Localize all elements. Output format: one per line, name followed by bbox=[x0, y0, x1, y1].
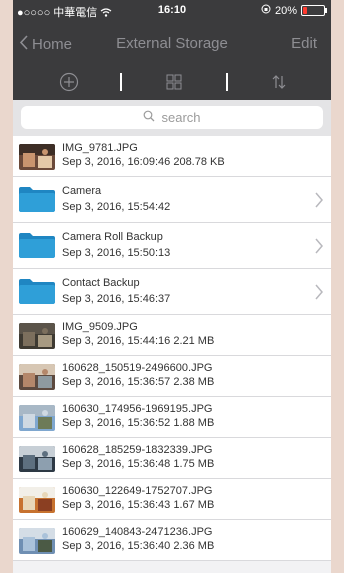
file-row[interactable]: 160630_174956-1969195.JPG Sep 3, 2016, 15… bbox=[13, 397, 331, 438]
file-row[interactable]: 160629_140843-2471236.JPG Sep 3, 2016, 15… bbox=[13, 520, 331, 561]
file-date: Sep 3, 2016, 15:36:52 bbox=[62, 417, 171, 429]
toolbar-divider bbox=[226, 73, 228, 91]
photo-thumbnail bbox=[19, 528, 55, 554]
photo-thumbnail bbox=[19, 323, 55, 349]
photo-thumbnail bbox=[19, 446, 55, 472]
file-name: 160630_174956-1969195.JPG bbox=[62, 403, 213, 415]
file-size: 1.75 MB bbox=[173, 458, 215, 470]
file-row[interactable]: 160628_185259-1832339.JPG Sep 3, 2016, 15… bbox=[13, 438, 331, 479]
file-name: Contact Backup bbox=[62, 277, 140, 289]
chevron-right-icon bbox=[314, 284, 324, 300]
file-name: 160628_150519-2496600.JPG bbox=[62, 362, 213, 374]
file-name: IMG_9781.JPG bbox=[62, 142, 138, 154]
folder-row[interactable]: Camera Sep 3, 2016, 15:54:42 bbox=[13, 177, 331, 223]
file-name: Camera Roll Backup bbox=[62, 231, 163, 243]
file-name: 160628_185259-1832339.JPG bbox=[62, 444, 213, 456]
file-date: Sep 3, 2016, 15:36:40 bbox=[62, 540, 171, 552]
file-size: 2.21 MB bbox=[173, 335, 215, 347]
search-icon bbox=[143, 110, 155, 125]
page-title: External Storage bbox=[116, 35, 228, 52]
file-meta: Sep 3, 2016, 15:36:40 2.36 MB bbox=[62, 540, 214, 552]
file-meta: Sep 3, 2016, 15:46:37 bbox=[62, 293, 170, 305]
file-meta: Sep 3, 2016, 15:36:57 2.38 MB bbox=[62, 376, 214, 388]
photo-thumbnail bbox=[19, 405, 55, 431]
file-name: 160630_122649-1752707.JPG bbox=[62, 485, 213, 497]
edit-button[interactable]: Edit bbox=[291, 35, 317, 52]
file-size: 2.38 MB bbox=[173, 376, 215, 388]
folder-row[interactable]: Contact Backup Sep 3, 2016, 15:46:37 bbox=[13, 269, 331, 315]
file-row[interactable]: IMG_9781.JPG Sep 3, 2016, 16:09:46 208.78… bbox=[13, 136, 331, 177]
file-date: Sep 3, 2016, 15:46:37 bbox=[62, 293, 171, 305]
grid-view-icon[interactable] bbox=[164, 72, 184, 92]
file-meta: Sep 3, 2016, 16:09:46 208.78 KB bbox=[62, 156, 225, 168]
file-meta: Sep 3, 2016, 15:50:13 bbox=[62, 247, 170, 259]
file-date: Sep 3, 2016, 15:36:43 bbox=[62, 499, 171, 511]
rotation-lock-icon bbox=[261, 4, 271, 17]
photo-thumbnail bbox=[19, 364, 55, 390]
file-meta: Sep 3, 2016, 15:36:52 1.88 MB bbox=[62, 417, 214, 429]
sort-icon[interactable] bbox=[269, 72, 289, 92]
file-list: IMG_9781.JPG Sep 3, 2016, 16:09:46 208.78… bbox=[13, 136, 331, 561]
add-circle-icon[interactable] bbox=[59, 72, 79, 92]
file-date: Sep 3, 2016, 15:50:13 bbox=[62, 247, 171, 259]
folder-icon bbox=[19, 186, 55, 212]
file-date: Sep 3, 2016, 15:36:48 bbox=[62, 458, 171, 470]
file-size: 2.36 MB bbox=[173, 540, 215, 552]
file-name: 160629_140843-2471236.JPG bbox=[62, 526, 213, 538]
battery-percent: 20% bbox=[274, 4, 297, 17]
folder-icon bbox=[19, 278, 55, 304]
file-row[interactable]: IMG_9509.JPG Sep 3, 2016, 15:44:16 2.21 M… bbox=[13, 315, 331, 356]
folder-icon bbox=[19, 232, 55, 258]
file-meta: Sep 3, 2016, 15:36:43 1.67 MB bbox=[62, 499, 214, 511]
file-meta: Sep 3, 2016, 15:44:16 2.21 MB bbox=[62, 335, 214, 347]
navigation-bar: Home External Storage Edit bbox=[13, 22, 331, 64]
file-meta: Sep 3, 2016, 15:36:48 1.75 MB bbox=[62, 458, 214, 470]
file-size: 1.88 MB bbox=[173, 417, 215, 429]
chevron-right-icon bbox=[314, 238, 324, 254]
photo-thumbnail bbox=[19, 487, 55, 513]
file-date: Sep 3, 2016, 15:44:16 bbox=[62, 335, 171, 347]
file-row[interactable]: 160630_122649-1752707.JPG Sep 3, 2016, 15… bbox=[13, 479, 331, 520]
folder-row[interactable]: Camera Roll Backup Sep 3, 2016, 15:50:13 bbox=[13, 223, 331, 269]
file-date: Sep 3, 2016, 15:36:57 bbox=[62, 376, 171, 388]
file-date: Sep 3, 2016, 15:54:42 bbox=[62, 201, 171, 213]
search-input[interactable]: search bbox=[21, 106, 323, 129]
toolbar-divider bbox=[120, 73, 122, 91]
battery-nub bbox=[325, 8, 327, 13]
battery-icon bbox=[301, 5, 327, 16]
file-name: IMG_9509.JPG bbox=[62, 321, 138, 333]
file-size: 1.67 MB bbox=[173, 499, 215, 511]
chevron-right-icon bbox=[314, 192, 324, 208]
status-bar: ●○○○○ 中華電信 16:10 20% bbox=[13, 0, 331, 22]
file-date: Sep 3, 2016, 16:09:46 bbox=[62, 156, 171, 168]
file-size: 208.78 KB bbox=[173, 156, 225, 168]
search-bar: search bbox=[13, 100, 331, 136]
photo-thumbnail bbox=[19, 144, 55, 170]
search-placeholder: search bbox=[161, 110, 201, 125]
file-row[interactable]: 160628_150519-2496600.JPG Sep 3, 2016, 15… bbox=[13, 356, 331, 397]
file-meta: Sep 3, 2016, 15:54:42 bbox=[62, 201, 170, 213]
toolbar bbox=[13, 64, 331, 100]
battery-status: 20% bbox=[261, 4, 327, 17]
phone-screen: ●○○○○ 中華電信 16:10 20% Home External Stora… bbox=[13, 0, 331, 573]
file-name: Camera bbox=[62, 185, 102, 197]
battery-level bbox=[303, 7, 307, 14]
